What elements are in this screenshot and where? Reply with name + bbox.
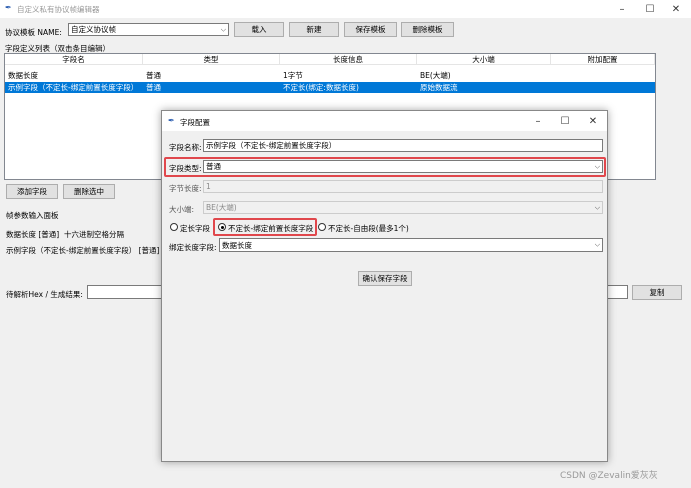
table-row-selected[interactable]: 示例字段（不定长-绑定前置长度字段） 普通 不定长(绑定:数据长度) 原始数据流 xyxy=(5,82,655,93)
confirm-save-button[interactable]: 确认保存字段 xyxy=(358,271,412,286)
maximize-icon[interactable]: ☐ xyxy=(636,0,664,18)
new-button[interactable]: 新建 xyxy=(289,22,339,37)
add-field-button[interactable]: 添加字段 xyxy=(6,184,58,199)
endian-label: 大小端: xyxy=(169,205,195,214)
save-template-button[interactable]: 保存模板 xyxy=(344,22,397,37)
byte-length-value: 1 xyxy=(206,182,211,191)
table-cell: BE(大端) xyxy=(420,71,451,80)
param-label-sample: 示例字段（不定长-绑定前置长度字段） [普通] xyxy=(6,246,160,255)
table-cell: 不定长(绑定:数据长度) xyxy=(283,83,359,92)
table-cell xyxy=(551,70,655,81)
table-cell: 原始数据流 xyxy=(420,83,458,92)
column-header-type[interactable]: 类型 xyxy=(143,54,280,65)
chevron-down-icon: ⌵ xyxy=(594,240,600,249)
radio-fixed[interactable] xyxy=(170,223,178,231)
type-select[interactable]: 普通 ⌵ xyxy=(203,160,603,173)
param-hint: 十六进制空格分隔 xyxy=(64,230,124,239)
table-cell xyxy=(551,82,655,93)
dialog-close-icon[interactable]: ✕ xyxy=(579,112,607,130)
column-header-extra[interactable]: 附加配置 xyxy=(551,54,655,65)
protocol-select-value: 自定义协议帧 xyxy=(71,25,116,34)
byte-length-label: 字节长度: xyxy=(169,184,202,193)
radio-free-label[interactable]: 不定长-自由段(最多1个) xyxy=(328,223,409,234)
parse-label: 待解析Hex / 生成结果: xyxy=(6,290,83,299)
delete-template-button[interactable]: 删除模板 xyxy=(401,22,454,37)
column-header-length[interactable]: 长度信息 xyxy=(280,54,417,65)
name-field[interactable]: 示例字段（不定长-绑定前置长度字段） xyxy=(203,139,603,152)
frame-params-title: 帧参数输入面板 xyxy=(6,211,59,220)
endian-select: BE(大端) ⌵ xyxy=(203,201,603,214)
radio-bound-label[interactable]: 不定长-绑定前置长度字段 xyxy=(228,223,313,234)
table-cell: 1字节 xyxy=(283,71,303,80)
protocol-label: 协议模板 NAME: xyxy=(5,28,62,37)
table-cell: 普通 xyxy=(146,83,161,92)
chevron-down-icon: ⌵ xyxy=(220,25,226,33)
column-header-endian[interactable]: 大小端 xyxy=(417,54,551,65)
radio-fixed-label[interactable]: 定长字段 xyxy=(180,223,210,234)
dialog-app-icon: ✒ xyxy=(168,116,175,125)
table-cell: 普通 xyxy=(146,71,161,80)
watermark: CSDN @Zevalin爱灰灰 xyxy=(560,471,658,481)
dialog-minimize-icon[interactable]: – xyxy=(524,112,552,130)
chevron-down-icon: ⌵ xyxy=(594,203,600,211)
table-row[interactable]: 数据长度 普通 1字节 BE(大端) xyxy=(5,70,655,81)
radio-free[interactable] xyxy=(318,223,326,231)
bind-length-value: 数据长度 xyxy=(222,240,252,250)
load-button[interactable]: 载入 xyxy=(234,22,284,37)
name-field-value: 示例字段（不定长-绑定前置长度字段） xyxy=(206,141,337,150)
chevron-down-icon: ⌵ xyxy=(594,162,600,170)
param-label-length: 数据长度 [普通] xyxy=(6,230,60,239)
table-cell: 数据长度 xyxy=(8,71,38,80)
delete-selected-button[interactable]: 删除选中 xyxy=(63,184,115,199)
endian-select-value: BE(大端) xyxy=(206,203,237,212)
type-select-value: 普通 xyxy=(206,162,221,171)
minimize-icon[interactable]: – xyxy=(608,0,636,18)
radio-bound[interactable] xyxy=(218,223,226,231)
main-titlebar: ✒ 自定义私有协议帧编辑器 – ☐ ✕ xyxy=(0,0,691,18)
bind-length-label: 绑定长度字段: xyxy=(169,243,217,252)
table-cell: 示例字段（不定长-绑定前置长度字段） xyxy=(8,83,139,92)
parse-input[interactable] xyxy=(87,285,163,299)
dialog-title: 字段配置 xyxy=(180,118,210,127)
dialog-maximize-icon[interactable]: ☐ xyxy=(551,112,579,130)
dialog-titlebar: ✒ 字段配置 – ☐ ✕ xyxy=(162,111,607,131)
byte-length-field: 1 xyxy=(203,180,603,193)
protocol-select[interactable]: 自定义协议帧 ⌵ xyxy=(68,23,229,36)
bind-length-select[interactable]: 数据长度 ⌵ xyxy=(219,238,603,252)
column-header-name[interactable]: 字段名 xyxy=(5,54,143,65)
app-icon: ✒ xyxy=(5,3,12,12)
close-icon[interactable]: ✕ xyxy=(662,0,690,18)
parse-input-end[interactable] xyxy=(606,285,628,299)
name-label: 字段名称: xyxy=(169,143,202,152)
field-config-dialog: ✒ 字段配置 – ☐ ✕ 字段名称: 示例字段（不定长-绑定前置长度字段） 字段… xyxy=(161,110,608,462)
window-title: 自定义私有协议帧编辑器 xyxy=(17,5,100,14)
type-label: 字段类型: xyxy=(169,164,202,173)
copy-button[interactable]: 复制 xyxy=(632,285,682,300)
